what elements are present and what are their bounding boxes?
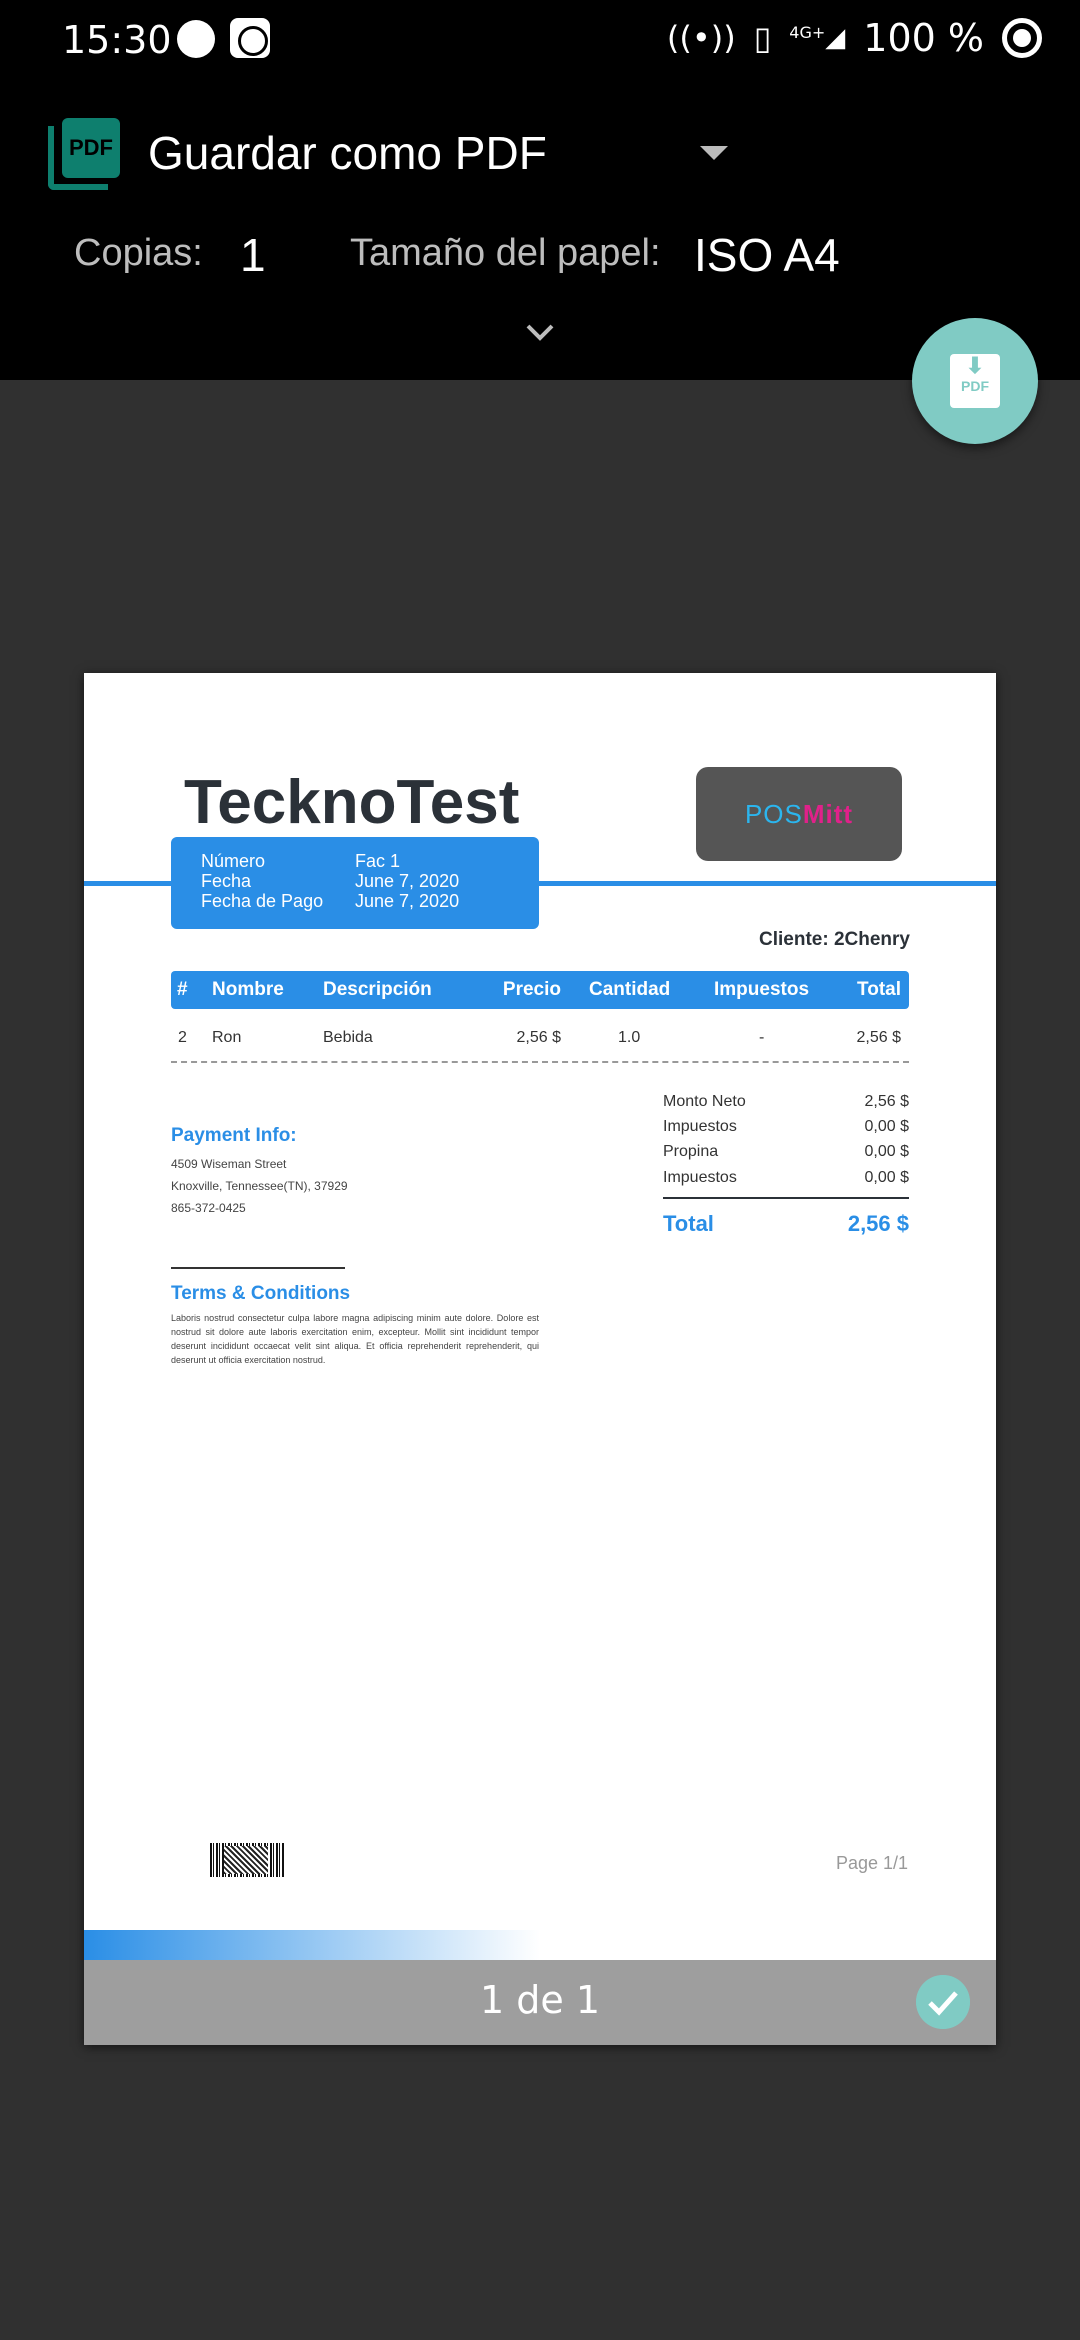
table-cell: Ron <box>212 1029 242 1046</box>
top-bar: 15:30 ((•)) ▯ 4G+◢ 100 % PDF Guardar com… <box>0 0 1080 380</box>
info-row: Fecha June 7, 2020 <box>201 871 539 891</box>
col-header: Nombre <box>212 979 284 1000</box>
logo-part-2: Mitt <box>802 799 854 829</box>
summary-label: Monto Neto <box>663 1093 746 1110</box>
vibrate-icon: ▯ <box>753 19 772 57</box>
barcode-icon <box>210 1843 284 1877</box>
page-indicator-bar: 1 de 1 <box>84 1960 996 2045</box>
col-header: Total <box>857 979 901 1000</box>
summary-row: Impuestos 0,00 $ <box>663 1118 909 1136</box>
screen-record-icon <box>1002 18 1042 58</box>
table-cell: 2,56 $ <box>856 1029 901 1046</box>
page-number: Page 1/1 <box>835 1853 908 1873</box>
status-bar: 15:30 ((•)) ▯ 4G+◢ 100 % <box>0 0 1080 80</box>
copies-label: Copias: <box>74 232 203 274</box>
summary-divider <box>663 1197 909 1199</box>
col-header: Impuestos <box>714 979 810 1000</box>
page-selected-check-icon[interactable] <box>916 1975 970 2029</box>
invoice-info-box: Número Fac 1 Fecha June 7, 2020 Fecha de P… <box>171 837 539 929</box>
qr-code-icon <box>224 1846 268 1874</box>
summary-row: Impuestos 0,00 $ <box>663 1169 909 1187</box>
col-header: # <box>177 979 188 1000</box>
pdf-printer-icon: PDF <box>48 118 120 190</box>
info-row: Número Fac 1 <box>201 851 539 871</box>
info-key: Número <box>201 851 266 871</box>
paper-size-select[interactable]: ISO A4 <box>694 228 840 282</box>
summary-value: 2,56 $ <box>864 1093 909 1110</box>
table-row: 2 Ron Bebida 2,56 $ 1.0 - 2,56 $ <box>171 1025 909 1055</box>
summary-row: Monto Neto 2,56 $ <box>663 1093 909 1111</box>
summary-label: Propina <box>663 1143 719 1160</box>
logo-part-1: POS <box>744 799 803 829</box>
signal-icon: 4G+◢ <box>789 23 846 53</box>
payment-phone: 865-372-0425 <box>171 1201 246 1215</box>
client-name: Cliente: 2Chenry <box>759 929 910 950</box>
table-cell: 1.0 <box>618 1029 641 1046</box>
payment-address-line: 4509 Wiseman Street <box>171 1157 287 1171</box>
fab-pdf-label: PDF <box>961 378 989 394</box>
status-right: ((•)) ▯ 4G+◢ 100 % <box>667 16 1042 60</box>
app-notification-icon <box>230 18 270 58</box>
summary-value: 0,00 $ <box>864 1118 909 1135</box>
summary-row: Propina 0,00 $ <box>663 1143 909 1161</box>
info-value: Fac 1 <box>355 851 401 871</box>
payment-address-line: Knoxville, Tennessee(TN), 37929 <box>171 1179 348 1193</box>
table-cell: 2,56 $ <box>516 1029 561 1046</box>
info-value: June 7, 2020 <box>355 871 460 891</box>
company-name: TecknoTest <box>184 768 520 837</box>
terms-text: Laboris nostrud consectetur culpa labore… <box>171 1313 539 1365</box>
expand-options-icon[interactable] <box>522 314 558 350</box>
company-logo: POSMitt <box>696 767 902 861</box>
summary-label: Impuestos <box>663 1118 737 1135</box>
status-time: 15:30 <box>62 18 172 62</box>
download-pdf-button[interactable]: ⬇ PDF <box>912 318 1038 444</box>
summary-total: Total 2,56 $ <box>663 1211 909 1237</box>
printer-selector[interactable]: Guardar como PDF <box>148 126 547 180</box>
payment-info-title: Payment Info: <box>171 1125 297 1146</box>
table-divider <box>171 1061 909 1063</box>
network-type-label: 4G+ <box>789 23 826 42</box>
total-value: 2,56 $ <box>847 1211 909 1236</box>
battery-percent: 100 % <box>863 16 984 60</box>
hotspot-icon: ((•)) <box>666 19 736 57</box>
document-preview[interactable]: TecknoTest POSMitt Número Fac 1 Fecha June… <box>84 673 996 2045</box>
col-header: Precio <box>502 979 561 1000</box>
footer-gradient-bar <box>84 1930 540 1960</box>
terms-divider <box>171 1267 345 1269</box>
col-header: Descripción <box>323 979 432 1000</box>
total-label: Total <box>663 1211 714 1236</box>
download-pdf-icon: ⬇ PDF <box>950 354 1000 408</box>
summary-value: 0,00 $ <box>864 1169 909 1186</box>
summary-value: 0,00 $ <box>864 1143 909 1160</box>
chevron-down-icon[interactable] <box>700 146 728 160</box>
table-cell: Bebida <box>323 1029 373 1046</box>
paper-size-label: Tamaño del papel: <box>350 232 661 274</box>
table-cell: - <box>759 1029 765 1046</box>
copies-input[interactable]: 1 <box>240 228 266 282</box>
page-indicator: 1 de 1 <box>479 1978 600 2022</box>
info-key: Fecha <box>201 871 252 891</box>
table-header: # Nombre Descripción Precio Cantidad Imp… <box>171 971 909 1009</box>
pdf-icon-front: PDF <box>62 118 120 178</box>
summary-label: Impuestos <box>663 1169 737 1186</box>
info-row: Fecha de Pago June 7, 2020 <box>201 891 539 911</box>
table-cell: 2 <box>178 1029 187 1046</box>
notification-dot-icon <box>177 20 215 58</box>
terms-title: Terms & Conditions <box>171 1283 351 1304</box>
info-key: Fecha de Pago <box>201 891 324 911</box>
info-value: June 7, 2020 <box>355 891 460 911</box>
col-header: Cantidad <box>589 979 671 1000</box>
